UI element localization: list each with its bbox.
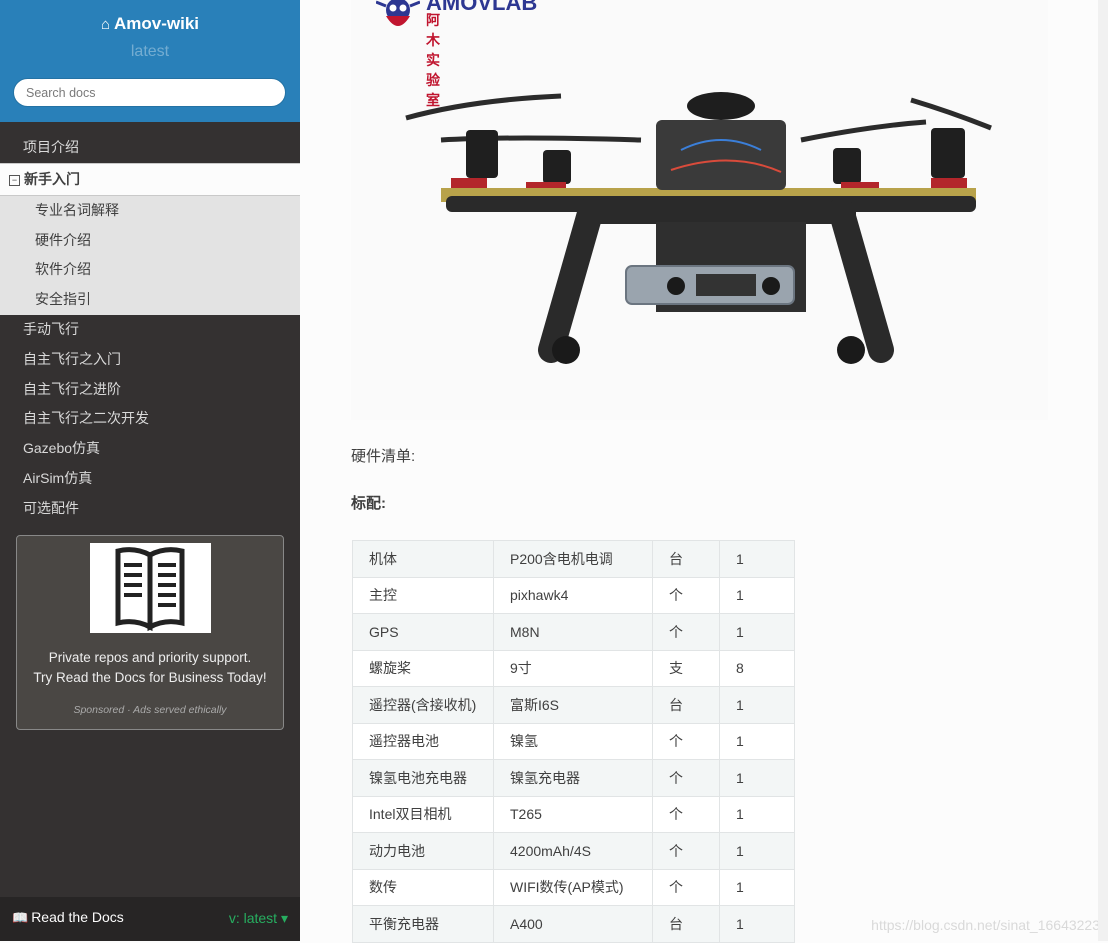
scrollbar[interactable]: [1098, 0, 1108, 941]
rtd-label-wrap[interactable]: 📖 Read the Docs: [12, 897, 124, 938]
unit-cell: 个: [652, 576, 720, 614]
hardware-list-label: 硬件清单:: [351, 448, 416, 465]
sponsor-ad[interactable]: Private repos and priority support. Try …: [16, 535, 284, 730]
unit-cell: 支: [652, 649, 720, 687]
unit-cell: 个: [652, 795, 720, 833]
model-cell: A400: [493, 905, 653, 943]
nav-item-gazebo[interactable]: Gazebo仿真: [0, 434, 300, 464]
book-icon: 📖: [12, 910, 29, 925]
model-cell: 9寸: [493, 649, 653, 687]
unit-cell: 个: [652, 832, 720, 870]
quantity-cell: 1: [719, 832, 795, 870]
model-cell: M8N: [493, 613, 653, 651]
book-illustration-icon[interactable]: [90, 543, 211, 633]
ad-line-2: Try Read the Docs for Business Today!: [33, 670, 267, 685]
nav-item-auto-dev[interactable]: 自主飞行之二次开发: [0, 404, 300, 434]
table-row: GPS M8N 个 1: [352, 613, 795, 651]
nav-subitem-hardware[interactable]: 硬件介绍: [0, 226, 300, 256]
standard-config-heading: 标配:: [351, 495, 386, 512]
brand-title: Amov-wiki: [114, 14, 200, 33]
search-input[interactable]: [13, 78, 286, 107]
unit-cell: 台: [652, 905, 720, 943]
collapse-toggle-icon[interactable]: −: [9, 174, 20, 186]
model-cell: pixhawk4: [493, 576, 653, 614]
version-label: latest: [130, 43, 170, 60]
item-name-cell: 数传: [352, 868, 494, 906]
drone-image: AMOVLAB 阿木实验室: [351, 0, 1048, 420]
item-name-cell: 平衡充电器: [352, 905, 494, 943]
model-cell: WIFI数传(AP模式): [493, 868, 653, 906]
nav-subitem-software[interactable]: 软件介绍: [0, 255, 300, 285]
table-row: 遥控器(含接收机) 富斯I6S 台 1: [352, 686, 795, 724]
table-row: 动力电池 4200mAh/4S 个 1: [352, 832, 795, 870]
sidebar: ⌂Amov-wiki latest 项目介绍 −新手入门 专业名词解释 硬件介绍…: [0, 0, 300, 941]
quantity-cell: 1: [719, 722, 795, 760]
item-name-cell: 遥控器(含接收机): [352, 686, 494, 724]
nav-current-label: 新手入门: [24, 170, 80, 187]
quantity-cell: 1: [719, 868, 795, 906]
quadcopter-illustration: [405, 92, 992, 364]
model-cell: 富斯I6S: [493, 686, 653, 724]
item-name-cell: GPS: [352, 613, 494, 651]
model-cell: 4200mAh/4S: [493, 832, 653, 870]
unit-cell: 个: [652, 722, 720, 760]
unit-cell: 个: [652, 613, 720, 651]
nav-item-auto-advanced[interactable]: 自主飞行之进阶: [0, 375, 300, 405]
nav-item-auto-basic[interactable]: 自主飞行之入门: [0, 345, 300, 375]
table-row: 螺旋桨 9寸支 8: [352, 649, 795, 687]
table-row: 机体 P200含电机电调台 1: [352, 540, 795, 578]
table-row: 数传 WIFI数传(AP模式) 个 1: [352, 868, 795, 906]
table-row: Intel双目相机 T265 个 1: [352, 795, 795, 833]
quantity-cell: 1: [719, 540, 795, 578]
quantity-cell: 1: [719, 576, 795, 614]
table-row: 遥控器电池 镍氢个 1: [352, 722, 795, 760]
item-name-cell: 螺旋桨: [352, 649, 494, 687]
quantity-cell: 1: [719, 613, 795, 651]
ad-line-1: Private repos and priority support.: [48, 650, 252, 665]
read-the-docs-bar[interactable]: 📖 Read the Docs v: latest ▾: [0, 897, 300, 941]
nav-item-getting-started[interactable]: − 新手入门: [0, 162, 300, 196]
rtd-label: Read the Docs: [31, 909, 124, 925]
quantity-cell: 1: [719, 759, 795, 797]
hardware-table: 机体 P200含电机电调台 1 主控 pixhawk4 个 1 GPS M8N 个 1 螺旋桨 9寸支 8…: [352, 540, 795, 943]
model-cell: 镍氢充电器: [493, 759, 653, 797]
nav-subitem-glossary[interactable]: 专业名词解释: [0, 196, 300, 226]
watermark: https://blog.csdn.net/sinat_16643223: [871, 917, 1100, 933]
item-name-cell: 镍氢电池充电器: [352, 759, 494, 797]
model-cell: T265: [493, 795, 653, 833]
ad-footer[interactable]: Sponsored · Ads served ethically: [17, 704, 283, 716]
brand-link[interactable]: ⌂ Amov-wiki: [0, 0, 300, 34]
quantity-cell: 1: [719, 686, 795, 724]
unit-cell: 台: [652, 686, 720, 724]
unit-cell: 个: [652, 868, 720, 906]
ad-text[interactable]: Private repos and priority support. Try …: [17, 648, 283, 688]
item-name-cell: 遥控器电池: [352, 722, 494, 760]
nav-submenu: 专业名词解释 硬件介绍 软件介绍 安全指引: [0, 195, 300, 315]
item-name-cell: 动力电池: [352, 832, 494, 870]
version-selector[interactable]: v: latest ▾: [229, 898, 288, 938]
quantity-cell: 1: [719, 905, 795, 943]
quantity-cell: 1: [719, 795, 795, 833]
table-row: 主控 pixhawk4 个 1: [352, 576, 795, 614]
nav-item-intro[interactable]: 项目介绍: [0, 133, 300, 163]
item-name-cell: Intel双目相机: [352, 795, 494, 833]
home-icon: ⌂: [100, 16, 111, 33]
nav-item-manual-flight[interactable]: 手动飞行: [0, 315, 300, 345]
nav-item-airsim[interactable]: AirSim仿真: [0, 464, 300, 494]
table-row: 镍氢电池充电器 镍氢充电器个 1: [352, 759, 795, 797]
unit-cell: 个: [652, 759, 720, 797]
nav-menu: 项目介绍 − 新手入门 专业名词解释 硬件介绍 软件介绍 安全指引 手动飞行 自主…: [0, 133, 300, 524]
table-row: 平衡充电器 A400 台 1: [352, 905, 795, 943]
quantity-cell: 8: [719, 649, 795, 687]
main-content: AMOVLAB 阿木实验室 硬件清单: 标配: 机体 P200含电机电调 台 1…: [300, 0, 1108, 943]
model-cell: 镍氢: [493, 722, 653, 760]
unit-cell: 台: [652, 540, 720, 578]
item-name-cell: 主控: [352, 576, 494, 614]
model-cell: P200含电机电调: [493, 540, 653, 578]
nav-subitem-safety[interactable]: 安全指引: [0, 285, 300, 315]
nav-item-accessories[interactable]: 可选配件: [0, 494, 300, 524]
item-name-cell: 机体: [352, 540, 494, 578]
